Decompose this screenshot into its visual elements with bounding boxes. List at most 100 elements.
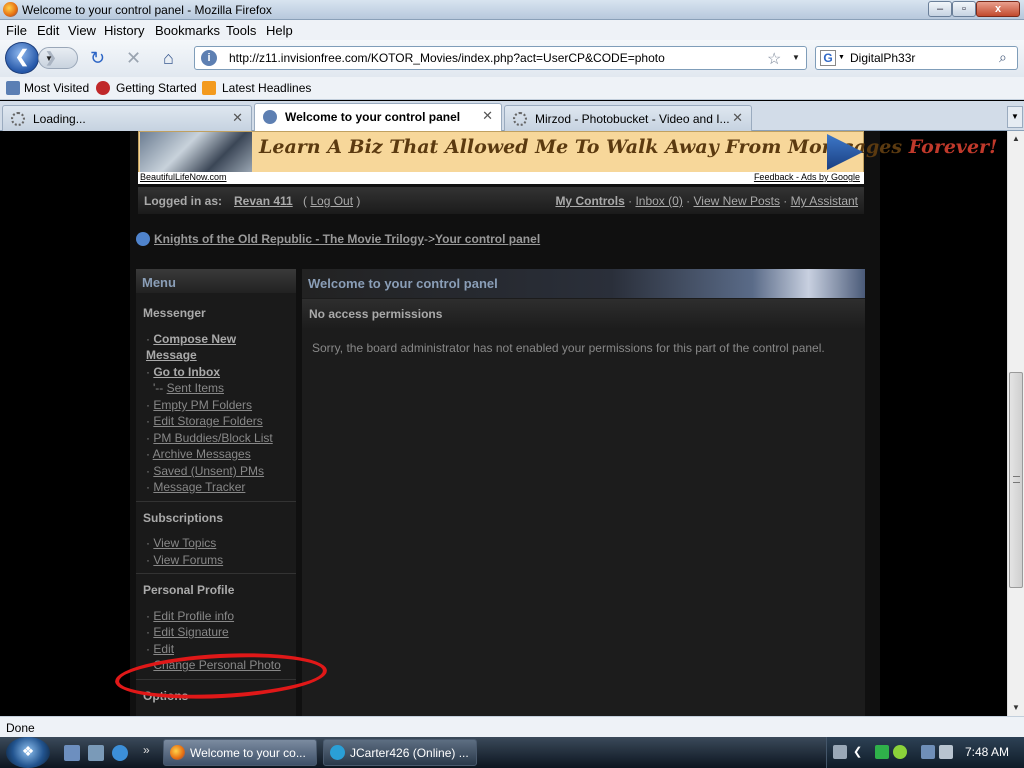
ad-source-link[interactable]: BeautifulLifeNow.com: [140, 172, 227, 182]
pm-buddies-link[interactable]: PM Buddies/Block List: [153, 431, 272, 445]
keyboard-icon[interactable]: [833, 745, 847, 759]
tab-close-icon[interactable]: ✕: [482, 108, 493, 124]
internet-explorer-icon[interactable]: [112, 745, 128, 761]
compose-link-2[interactable]: Message: [146, 348, 197, 362]
username-link[interactable]: Revan 411: [234, 194, 293, 208]
url-bar[interactable]: i http://z11.invisionfree.com/KOTOR_Movi…: [194, 46, 807, 70]
status-tray-icon[interactable]: [893, 745, 907, 759]
ad-feedback-link[interactable]: Feedback - Ads by Google: [754, 172, 860, 182]
menu-item-edit-signature: · Edit Signature: [146, 625, 229, 639]
my-assistant-link[interactable]: My Assistant: [791, 194, 858, 208]
vertical-scrollbar[interactable]: ▲ ▼: [1007, 131, 1024, 716]
menu-item-archive: · Archive Messages: [146, 447, 251, 461]
menu-item-view-forums: · View Forums: [146, 553, 224, 567]
taskbar-item-chat[interactable]: JCarter426 (Online) ...: [323, 739, 477, 766]
search-bar[interactable]: G ▼ DigitalPh33r ⌕: [815, 46, 1018, 70]
forward-button[interactable]: ❯ ▼: [38, 47, 78, 69]
message-tracker-link[interactable]: Message Tracker: [153, 480, 245, 494]
stop-icon[interactable]: ✕: [126, 49, 141, 67]
url-dropdown-icon[interactable]: ▼: [792, 53, 800, 62]
scroll-up-icon[interactable]: ▲: [1008, 131, 1024, 147]
my-controls-link[interactable]: My Controls: [555, 194, 624, 208]
bookmark-latest-headlines[interactable]: Latest Headlines: [222, 81, 311, 95]
logout-link[interactable]: Log Out: [310, 194, 353, 208]
inbox-link[interactable]: Inbox (0): [635, 194, 682, 208]
menu-file[interactable]: File: [6, 23, 27, 38]
minimize-button[interactable]: –: [928, 1, 952, 17]
edit-storage-link[interactable]: Edit Storage Folders: [153, 414, 262, 428]
url-text[interactable]: http://z11.invisionfree.com/KOTOR_Movies…: [229, 51, 665, 65]
ad-banner[interactable]: Learn A Biz That Allowed Me To Walk Away…: [138, 131, 997, 173]
user-bar: Logged in as: Revan 411 ( Log Out ) My C…: [138, 187, 864, 214]
messenger-tray-icon[interactable]: [875, 745, 889, 759]
back-button[interactable]: ❮: [5, 42, 39, 74]
menu-tools[interactable]: Tools: [226, 23, 256, 38]
breadcrumb-separator: ->: [424, 232, 436, 246]
menu-help[interactable]: Help: [266, 23, 293, 38]
edit-avatar-link[interactable]: Edit: [153, 642, 174, 656]
site-info-icon[interactable]: i: [201, 50, 217, 66]
search-icon[interactable]: ⌕: [999, 49, 1007, 66]
bookmark-getting-started[interactable]: Getting Started: [116, 81, 197, 95]
taskbar-item-firefox[interactable]: Welcome to your co...: [163, 739, 317, 766]
saved-pms-link[interactable]: Saved (Unsent) PMs: [153, 464, 264, 478]
reload-icon[interactable]: ↻: [90, 49, 105, 67]
volume-icon[interactable]: [939, 745, 953, 759]
edit-profile-link[interactable]: Edit Profile info: [153, 609, 234, 623]
menu-view[interactable]: View: [68, 23, 96, 38]
breadcrumb-forum-link[interactable]: Knights of the Old Republic - The Movie …: [154, 232, 424, 246]
edit-signature-link[interactable]: Edit Signature: [153, 625, 228, 639]
quicklaunch-more-icon[interactable]: »: [143, 743, 150, 757]
tray-expand-icon[interactable]: ❮: [853, 745, 867, 759]
compose-link[interactable]: Compose New: [153, 332, 236, 346]
taskbar: ❖ » Welcome to your co... JCarter426 (On…: [0, 737, 1024, 768]
search-input[interactable]: DigitalPh33r: [850, 51, 915, 65]
home-icon[interactable]: ⌂: [163, 49, 174, 67]
tab-control-panel[interactable]: Welcome to your control panel ✕: [254, 103, 502, 132]
tab-loading[interactable]: Loading... ✕: [2, 105, 252, 131]
google-icon[interactable]: G: [820, 50, 836, 66]
windows-logo-icon: ❖: [21, 743, 35, 759]
tab-photobucket[interactable]: Mirzod - Photobucket - Video and I... ✕: [504, 105, 752, 131]
empty-pm-link[interactable]: Empty PM Folders: [153, 398, 252, 412]
taskbar-item-title: JCarter426 (Online) ...: [350, 746, 469, 760]
history-dropdown-icon[interactable]: ▼: [39, 54, 72, 63]
menu-history[interactable]: History: [104, 23, 144, 38]
status-text: Done: [6, 721, 35, 735]
go-to-inbox-link[interactable]: Go to Inbox: [153, 365, 220, 379]
user-links: My Controls · Inbox (0) · View New Posts…: [555, 194, 858, 208]
tab-close-icon[interactable]: ✕: [732, 110, 743, 126]
scroll-down-icon[interactable]: ▼: [1008, 700, 1024, 716]
menu-bar: File Edit View History Bookmarks Tools H…: [0, 20, 1024, 40]
ad-headline[interactable]: Learn A Biz That Allowed Me To Walk Away…: [259, 136, 997, 158]
bookmark-star-icon[interactable]: ☆: [767, 49, 781, 69]
getting-started-icon: [96, 81, 110, 95]
sent-items-link[interactable]: Sent Items: [167, 381, 224, 395]
show-desktop-icon[interactable]: [64, 745, 80, 761]
archive-link[interactable]: Archive Messages: [153, 447, 251, 461]
maximize-button[interactable]: ▫: [952, 1, 976, 17]
menu-bookmarks[interactable]: Bookmarks: [155, 23, 220, 38]
start-button[interactable]: ❖: [6, 737, 50, 768]
main-panel: Welcome to your control panel No access …: [302, 269, 865, 716]
scroll-thumb[interactable]: [1009, 372, 1023, 588]
tab-close-icon[interactable]: ✕: [232, 110, 243, 126]
title-bar: Welcome to your control panel - Mozilla …: [0, 0, 1024, 20]
list-all-tabs-button[interactable]: ▼: [1007, 106, 1023, 128]
bookmark-most-visited[interactable]: Most Visited: [24, 81, 89, 95]
tab-title: Loading...: [33, 112, 86, 126]
main-header: Welcome to your control panel: [302, 269, 865, 298]
menu-item-tracker: · Message Tracker: [146, 480, 246, 494]
view-topics-link[interactable]: View Topics: [153, 536, 216, 550]
engine-dropdown-icon[interactable]: ▼: [838, 54, 845, 61]
breadcrumb-current-link[interactable]: Your control panel: [435, 232, 540, 246]
rss-feed-icon: [202, 81, 216, 95]
view-forums-link[interactable]: View Forums: [153, 553, 223, 567]
menu-title: Menu: [136, 269, 296, 293]
view-new-posts-link[interactable]: View New Posts: [693, 194, 779, 208]
close-button[interactable]: x: [976, 1, 1020, 17]
menu-edit[interactable]: Edit: [37, 23, 59, 38]
network-icon[interactable]: [921, 745, 935, 759]
clock[interactable]: 7:48 AM: [965, 745, 1009, 759]
switch-windows-icon[interactable]: [88, 745, 104, 761]
